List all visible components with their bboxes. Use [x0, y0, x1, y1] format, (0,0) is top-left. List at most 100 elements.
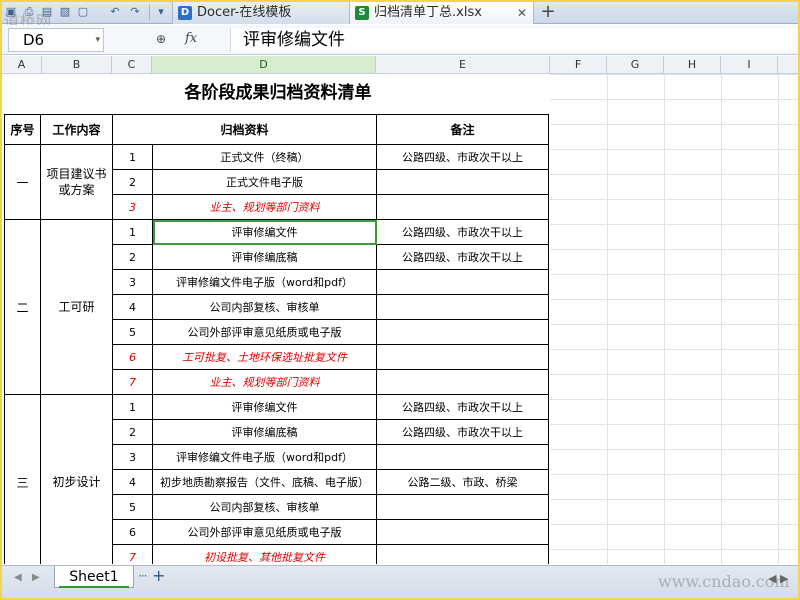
row-number-cell[interactable]: 3 — [112, 269, 153, 295]
save-icon[interactable]: ▣ — [4, 5, 18, 19]
header-seq[interactable]: 序号 — [4, 114, 41, 145]
row-number-cell[interactable]: 5 — [112, 494, 153, 520]
close-icon[interactable]: ✕ — [517, 2, 527, 24]
more-sheets-icon[interactable]: ··· — [138, 569, 148, 583]
remark-cell[interactable]: 公路二级、市政、桥梁 — [376, 469, 549, 495]
document-cell[interactable]: 业主、规划等部门资料 — [152, 369, 377, 395]
table-row: 三初步设计 1 评审修编文件 公路四级、市政次干以上 — [4, 394, 549, 564]
spreadsheet-icon: S — [355, 6, 369, 20]
group-seq-cell[interactable]: 一 — [4, 144, 41, 220]
column-header-e[interactable]: E — [376, 56, 550, 74]
archive-table: 序号 工作内容 归档资料 备注 一项目建议书或方案 1 正式文件（终稿） 公路四级、市… — [4, 114, 549, 564]
document-cell[interactable]: 公司外部评审意见纸质或电子版 — [152, 319, 377, 345]
remark-cell[interactable]: 公路四级、市政次干以上 — [376, 394, 549, 420]
zoom-icon[interactable]: ⊕ — [156, 32, 166, 46]
remark-cell[interactable]: 公路四级、市政次干以上 — [376, 219, 549, 245]
document-cell[interactable]: 业主、规划等部门资料 — [152, 194, 377, 220]
row-number-cell[interactable]: 6 — [112, 519, 153, 545]
document-cell[interactable]: 评审修编底稿 — [152, 419, 377, 445]
row-number-cell[interactable]: 5 — [112, 319, 153, 345]
column-header-c[interactable]: C — [112, 56, 152, 74]
remark-cell[interactable]: 公路四级、市政次干以上 — [376, 144, 549, 170]
row-number-cell[interactable]: 2 — [112, 244, 153, 270]
column-header-b[interactable]: B — [42, 56, 112, 74]
column-header-g[interactable]: G — [607, 56, 664, 74]
remark-cell[interactable]: 公路四级、市政次干以上 — [376, 244, 549, 270]
sheet-title[interactable]: 各阶段成果归档资料清单 — [6, 80, 550, 106]
remark-cell[interactable] — [376, 344, 549, 370]
document-cell[interactable]: 评审修编文件 — [152, 219, 377, 245]
group-work-cell[interactable]: 项目建议书或方案 — [40, 144, 113, 220]
name-box[interactable]: D6 ▾ — [8, 28, 104, 52]
dropdown-icon[interactable]: ▾ — [154, 5, 168, 19]
group-work-cell[interactable]: 初步设计 — [40, 394, 113, 564]
remark-cell[interactable] — [376, 169, 549, 195]
tab-docer[interactable]: D Docer-在线模板 — [172, 2, 350, 24]
document-cell[interactable]: 评审修编底稿 — [152, 244, 377, 270]
document-cell[interactable]: 评审修编文件 — [152, 394, 377, 420]
remark-cell[interactable] — [376, 194, 549, 220]
column-header-f[interactable]: F — [550, 56, 607, 74]
document-cell[interactable]: 评审修编文件电子版（word和pdf） — [152, 444, 377, 470]
remark-cell[interactable] — [376, 544, 549, 564]
row-number-cell[interactable]: 1 — [112, 219, 153, 245]
column-header-i[interactable]: I — [721, 56, 778, 74]
horizontal-scroll-icon[interactable]: ◀ ▶ — [768, 572, 788, 585]
header-work[interactable]: 工作内容 — [40, 114, 113, 145]
chevron-down-icon[interactable]: ▾ — [95, 29, 100, 51]
undo-icon[interactable]: ↶ — [108, 5, 122, 19]
column-header-h[interactable]: H — [664, 56, 721, 74]
row-number-cell[interactable]: 3 — [112, 194, 153, 220]
document-cell[interactable]: 公司外部评审意见纸质或电子版 — [152, 519, 377, 545]
row-number-cell[interactable]: 7 — [112, 369, 153, 395]
last-sheet-icon[interactable]: ▶ — [32, 572, 40, 583]
tab-spreadsheet[interactable]: S 归档清单丁总.xlsx ✕ — [350, 2, 534, 24]
document-cell[interactable]: 正式文件（终稿） — [152, 144, 377, 170]
row-number-cell[interactable]: 7 — [112, 544, 153, 564]
print-icon[interactable]: ⎙ — [22, 5, 36, 19]
new-tab-button[interactable]: + — [538, 2, 558, 24]
function-icon[interactable]: fx — [185, 31, 197, 46]
document-cell[interactable]: 公司内部复核、审核单 — [152, 494, 377, 520]
sheet-area[interactable]: 各阶段成果归档资料清单 序号 工作内容 归档资料 备注 一项目建议书或方案 1 正式… — [2, 74, 798, 564]
remark-cell[interactable] — [376, 369, 549, 395]
first-sheet-icon[interactable]: ◀ — [14, 572, 22, 583]
remark-cell[interactable]: 公路四级、市政次干以上 — [376, 419, 549, 445]
row-number-cell[interactable]: 6 — [112, 344, 153, 370]
print-preview-icon[interactable]: ▤ — [40, 5, 54, 19]
redo-icon[interactable]: ↷ — [128, 5, 142, 19]
row-number-cell[interactable]: 4 — [112, 294, 153, 320]
header-docs[interactable]: 归档资料 — [112, 114, 377, 145]
row-number-cell[interactable]: 1 — [112, 394, 153, 420]
group-work-cell[interactable]: 工可研 — [40, 219, 113, 395]
column-header-d[interactable]: D — [152, 56, 376, 74]
row-number-cell[interactable]: 3 — [112, 444, 153, 470]
sheet-tab-sheet1[interactable]: Sheet1 — [54, 566, 134, 588]
formula-bar: D6 ▾ ⊕ fx 评审修编文件 — [2, 25, 798, 55]
document-cell[interactable]: 评审修编文件电子版（word和pdf） — [152, 269, 377, 295]
remark-cell[interactable] — [376, 269, 549, 295]
remark-cell[interactable] — [376, 494, 549, 520]
group-seq-cell[interactable]: 三 — [4, 394, 41, 564]
document-cell[interactable]: 初步地质勘察报告（文件、底稿、电子版） — [152, 469, 377, 495]
remark-cell[interactable] — [376, 319, 549, 345]
add-sheet-button[interactable]: + — [152, 566, 165, 585]
document-cell[interactable]: 正式文件电子版 — [152, 169, 377, 195]
remark-cell[interactable] — [376, 444, 549, 470]
document-cell[interactable]: 初设批复、其他批复文件 — [152, 544, 377, 564]
row-number-cell[interactable]: 4 — [112, 469, 153, 495]
row-number-cell[interactable]: 1 — [112, 144, 153, 170]
column-header-a[interactable]: A — [2, 56, 42, 74]
formula-input[interactable]: 评审修编文件 — [230, 28, 796, 52]
remark-cell[interactable] — [376, 519, 549, 545]
header-remark[interactable]: 备注 — [376, 114, 549, 145]
row-number-cell[interactable]: 2 — [112, 169, 153, 195]
group-seq-cell[interactable]: 二 — [4, 219, 41, 395]
row-number-cell[interactable]: 2 — [112, 419, 153, 445]
document-cell[interactable]: 工可批复、土地环保选址批复文件 — [152, 344, 377, 370]
tab-label: Docer-在线模板 — [197, 5, 292, 20]
document-cell[interactable]: 公司内部复核、审核单 — [152, 294, 377, 320]
export-icon[interactable]: ▧ — [58, 5, 72, 19]
remark-cell[interactable] — [376, 294, 549, 320]
preview-icon[interactable]: ▢ — [76, 5, 90, 19]
